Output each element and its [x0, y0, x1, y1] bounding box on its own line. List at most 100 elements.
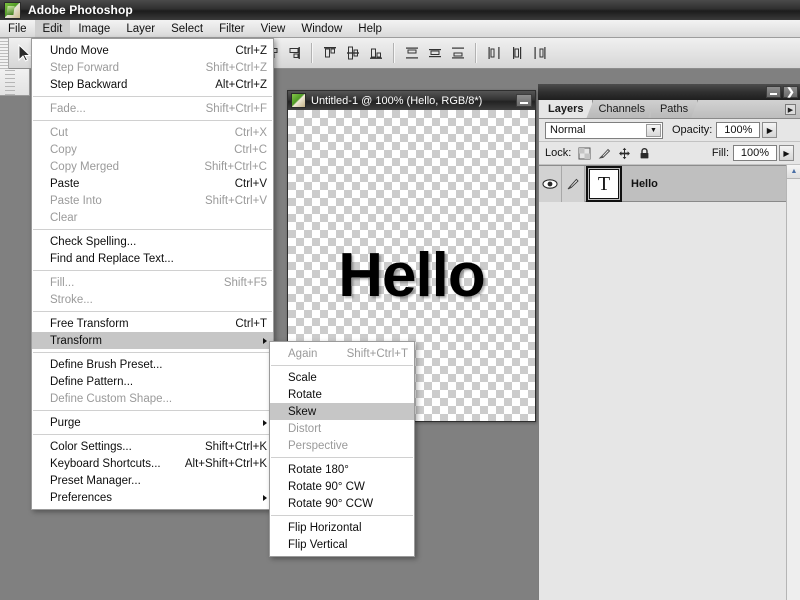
layer-list: T Hello [539, 165, 800, 600]
menubar-item-image[interactable]: Image [70, 20, 118, 37]
distribute-vertical-centers-icon[interactable] [425, 43, 445, 63]
distribute-horizontal-centers-icon[interactable] [507, 43, 527, 63]
lock-position-icon[interactable] [618, 147, 631, 160]
menu-item-paste[interactable]: Paste Ctrl+V [32, 175, 273, 192]
document-minimize-button[interactable] [516, 94, 532, 107]
document-titlebar[interactable]: Untitled-1 @ 100% (Hello, RGB/8*) [288, 91, 535, 110]
table-row[interactable]: T Hello [539, 165, 800, 202]
edit-menu: Undo Move Ctrl+Z Step Forward Shift+Ctrl… [31, 38, 274, 510]
menu-item-purge[interactable]: Purge [32, 414, 273, 431]
menu-item-keyboard-shortcuts[interactable]: Keyboard Shortcuts... Alt+Shift+Ctrl+K [32, 455, 273, 472]
menu-item-rotate[interactable]: Rotate [270, 386, 414, 403]
menu-item-define-pattern[interactable]: Define Pattern... [32, 373, 273, 390]
menu-item-step-backward[interactable]: Step Backward Alt+Ctrl+Z [32, 76, 273, 93]
menubar-item-file[interactable]: File [0, 20, 35, 37]
layer-visibility-toggle[interactable] [539, 165, 562, 202]
menu-item-distort[interactable]: Distort [270, 420, 414, 437]
distribute-bottom-edges-icon[interactable] [448, 43, 468, 63]
opacity-input[interactable]: 100% [716, 122, 761, 138]
layer-list-scrollbar[interactable]: ▲ [786, 165, 800, 600]
layer-thumbnail[interactable]: T [586, 165, 622, 202]
menu-item-define-custom-shape[interactable]: Define Custom Shape... [32, 390, 273, 407]
menubar-item-window[interactable]: Window [293, 20, 350, 37]
options-bar-gripper[interactable] [0, 37, 9, 69]
palette-minimize-button[interactable] [766, 86, 781, 98]
menu-item-check-spelling[interactable]: Check Spelling... [32, 233, 273, 250]
lock-transparent-pixels-icon[interactable] [578, 147, 591, 160]
scroll-up-arrow-icon[interactable]: ▲ [787, 165, 800, 179]
fill-chevron-right-icon[interactable]: ▶ [779, 145, 794, 161]
menu-item-accelerator: Alt+Shift+Ctrl+K [184, 457, 267, 470]
menu-item-label: Again [288, 347, 318, 360]
menu-item-rotate-90-cw[interactable]: Rotate 90° CW [270, 478, 414, 495]
menu-item-fade[interactable]: Fade... Shift+Ctrl+F [32, 100, 273, 117]
align-bottom-edges-icon[interactable] [366, 43, 386, 63]
menu-item-cut[interactable]: Cut Ctrl+X [32, 124, 273, 141]
align-right-edges-icon[interactable] [284, 43, 304, 63]
tools-palette[interactable] [0, 69, 30, 96]
distribute-top-edges-icon[interactable] [402, 43, 422, 63]
menu-item-accelerator: Ctrl+X [234, 126, 267, 139]
menubar-item-select[interactable]: Select [163, 20, 211, 37]
menu-item-copy[interactable]: Copy Ctrl+C [32, 141, 273, 158]
layer-edit-indicator[interactable] [562, 165, 585, 202]
menu-item-find-and-replace-text[interactable]: Find and Replace Text... [32, 250, 273, 267]
menu-item-stroke[interactable]: Stroke... [32, 291, 273, 308]
menubar-item-filter[interactable]: Filter [211, 20, 253, 37]
menu-item-accelerator: Shift+Ctrl+T [346, 347, 408, 360]
canvas-text-layer[interactable]: Hello [338, 245, 486, 307]
menu-item-perspective[interactable]: Perspective [270, 437, 414, 454]
menu-item-rotate-180[interactable]: Rotate 180° [270, 461, 414, 478]
menu-item-label: Color Settings... [50, 440, 132, 453]
distribute-right-edges-icon[interactable] [530, 43, 550, 63]
menu-item-fill[interactable]: Fill... Shift+F5 [32, 274, 273, 291]
menu-item-copy-merged[interactable]: Copy Merged Shift+Ctrl+C [32, 158, 273, 175]
menu-item-preset-manager[interactable]: Preset Manager... [32, 472, 273, 489]
menu-item-again[interactable]: Again Shift+Ctrl+T [270, 345, 414, 362]
menu-item-step-forward[interactable]: Step Forward Shift+Ctrl+Z [32, 59, 273, 76]
blend-mode-select[interactable]: Normal ▼ [545, 121, 663, 139]
menu-item-transform[interactable]: Transform [32, 332, 273, 349]
menu-item-label: Paste [50, 177, 80, 190]
tab-channels[interactable]: Channels [589, 100, 654, 118]
menu-item-label: Transform [50, 334, 102, 347]
align-vertical-centers-icon[interactable] [343, 43, 363, 63]
layer-name[interactable]: Hello [631, 178, 658, 190]
menu-item-paste-into[interactable]: Paste Into Shift+Ctrl+V [32, 192, 273, 209]
menu-item-clear[interactable]: Clear [32, 209, 273, 226]
menubar-item-layer[interactable]: Layer [118, 20, 163, 37]
menubar-item-help[interactable]: Help [350, 20, 390, 37]
menu-item-accelerator: Shift+Ctrl+K [205, 440, 267, 453]
palette-close-button[interactable]: ❯ [783, 86, 798, 98]
menu-item-flip-horizontal[interactable]: Flip Horizontal [270, 519, 414, 536]
submenu-arrow-icon [263, 494, 267, 501]
align-top-edges-icon[interactable] [320, 43, 340, 63]
eye-icon [542, 178, 558, 189]
menu-item-label: Free Transform [50, 317, 129, 330]
menu-item-skew[interactable]: Skew [270, 403, 414, 420]
lock-image-pixels-icon[interactable] [598, 147, 611, 160]
menu-item-label: Define Brush Preset... [50, 358, 163, 371]
tab-paths[interactable]: Paths [651, 100, 698, 118]
menu-item-accelerator: Ctrl+V [234, 177, 267, 190]
menu-item-undo-move[interactable]: Undo Move Ctrl+Z [32, 42, 273, 59]
chevron-down-icon[interactable]: ▼ [646, 123, 661, 137]
menu-item-define-brush-preset[interactable]: Define Brush Preset... [32, 356, 273, 373]
opacity-chevron-right-icon[interactable]: ▶ [762, 122, 778, 138]
menu-item-free-transform[interactable]: Free Transform Ctrl+T [32, 315, 273, 332]
menu-item-label: Undo Move [50, 44, 109, 57]
tab-layers[interactable]: Layers [539, 100, 593, 118]
distribute-left-edges-icon[interactable] [484, 43, 504, 63]
menubar-item-view[interactable]: View [253, 20, 294, 37]
menu-item-rotate-90-ccw[interactable]: Rotate 90° CCW [270, 495, 414, 512]
panel-menu-arrow-icon[interactable]: ▶ [785, 104, 796, 115]
menu-item-color-settings[interactable]: Color Settings... Shift+Ctrl+K [32, 438, 273, 455]
distribute-group-vertical [402, 43, 468, 63]
menubar-item-edit[interactable]: Edit [34, 20, 71, 37]
menu-item-preferences[interactable]: Preferences [32, 489, 273, 506]
fill-input[interactable]: 100% [733, 145, 777, 161]
menu-item-flip-vertical[interactable]: Flip Vertical [270, 536, 414, 553]
menu-separator [33, 434, 272, 435]
menu-item-scale[interactable]: Scale [270, 369, 414, 386]
lock-all-icon[interactable] [638, 147, 651, 160]
